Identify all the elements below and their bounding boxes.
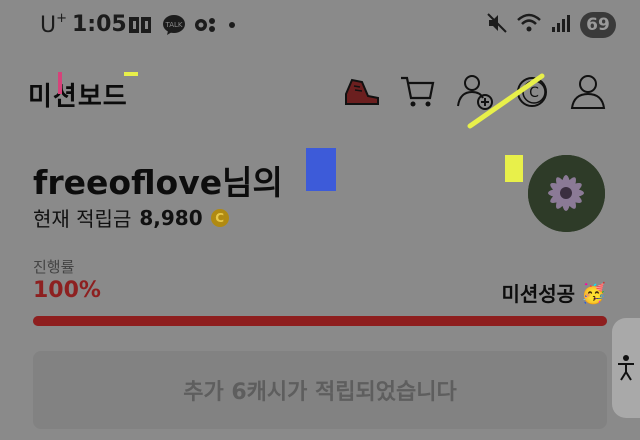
mission-status-label: 미션성공 bbox=[501, 282, 576, 306]
clock: 1:05 bbox=[72, 12, 127, 37]
cloud-app-icon bbox=[128, 14, 154, 40]
cart-icon[interactable] bbox=[398, 72, 438, 112]
status-bar: U+ 1:05 TALK 69 bbox=[0, 0, 640, 52]
points-value: 8,980 bbox=[139, 205, 203, 230]
progress-value: 100% bbox=[33, 278, 101, 303]
pink-marker bbox=[58, 72, 62, 94]
blue-marker bbox=[306, 148, 336, 191]
reward-notice-button[interactable]: 추가 6캐시가 적립되었습니다 bbox=[33, 351, 607, 429]
app-header: 미션보드 C bbox=[0, 62, 640, 129]
accessibility-button[interactable] bbox=[612, 318, 640, 418]
accessibility-icon bbox=[618, 355, 634, 381]
yellow-marker bbox=[505, 155, 523, 182]
svg-text:TALK: TALK bbox=[164, 21, 182, 29]
progress-bar-fill bbox=[33, 316, 607, 326]
party-face-icon: 🥳 bbox=[581, 280, 606, 305]
signal-icon bbox=[550, 12, 572, 38]
battery-indicator: 69 bbox=[580, 12, 616, 38]
reward-notice-text: 추가 6캐시가 적립되었습니다 bbox=[183, 380, 457, 405]
page-title: 미션보드 bbox=[28, 82, 128, 112]
mission-status: 미션성공 🥳 bbox=[501, 278, 606, 307]
avatar[interactable] bbox=[528, 155, 605, 232]
username: freeoflove님의 bbox=[33, 163, 283, 202]
yellow-marker bbox=[124, 72, 138, 76]
dot-icon bbox=[226, 14, 238, 40]
yellow-strike-mark bbox=[467, 73, 545, 129]
points-balance: 현재 적립금 8,980 C bbox=[33, 203, 229, 232]
flower-photo bbox=[528, 155, 605, 232]
wifi-icon bbox=[516, 12, 542, 38]
progress-label: 진행률 bbox=[33, 258, 75, 276]
profile-icon[interactable] bbox=[568, 72, 608, 112]
talk-icon: TALK bbox=[162, 14, 186, 40]
mute-icon bbox=[486, 12, 508, 38]
carrier-label: U+ bbox=[40, 11, 68, 38]
sneaker-icon[interactable] bbox=[342, 72, 382, 112]
notification-app-icon bbox=[194, 14, 218, 40]
points-label: 현재 적립금 bbox=[33, 207, 132, 231]
progress-bar bbox=[33, 316, 607, 326]
coin-icon: C bbox=[210, 208, 229, 227]
